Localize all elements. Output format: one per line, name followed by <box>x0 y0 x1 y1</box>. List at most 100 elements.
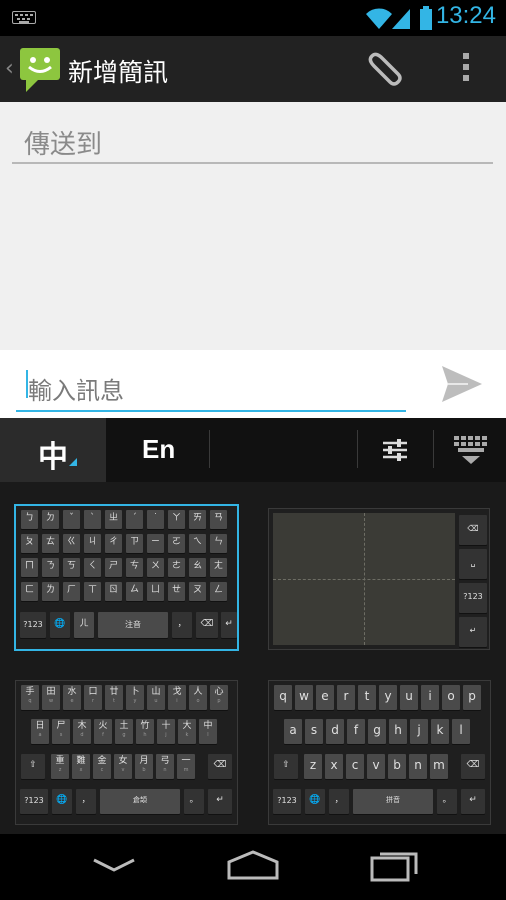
cangjie-key: 人o <box>189 685 207 710</box>
key-label: ， <box>177 619 187 629</box>
globe-key: 🌐 <box>52 789 72 814</box>
key-label: a <box>289 723 297 737</box>
delete-key: ⌫ <box>196 612 218 638</box>
globe-key: 🌐 <box>305 789 325 814</box>
key-label: ㄥ <box>213 585 223 595</box>
key-label: 中 <box>203 721 213 731</box>
handwriting-pad <box>273 513 455 645</box>
cangjie-key: 卜y <box>126 685 144 710</box>
divider <box>357 430 358 468</box>
key-label: e <box>321 689 329 703</box>
pinyin-key: c <box>346 754 364 779</box>
globe-key: 🌐 <box>50 612 70 638</box>
delete-key: ⌫ <box>208 754 232 779</box>
key-sub-label: y <box>133 698 137 704</box>
divider <box>209 430 210 468</box>
key-label: ㄘ <box>129 561 139 571</box>
connectivity-icons <box>366 6 432 30</box>
key-label: ㄞ <box>192 513 202 523</box>
key-label: t <box>364 689 370 703</box>
key-label: 月 <box>139 756 149 766</box>
key-label: u <box>405 689 413 703</box>
zhuyin-key: ㄧ <box>147 534 164 553</box>
up-caret-icon[interactable]: ‹ <box>5 56 14 81</box>
attach-icon[interactable] <box>366 48 408 90</box>
hide-keyboard-icon[interactable] <box>452 434 490 466</box>
key-label: ㄩ <box>150 585 160 595</box>
pinyin-key: s <box>305 719 323 744</box>
key-label: ㄑ <box>87 561 97 571</box>
home-icon[interactable] <box>226 848 280 884</box>
handwriting-keyboard-option[interactable]: ⌫ ␣ ?123 ↵ <box>268 508 490 650</box>
key-label: 心 <box>214 687 224 697</box>
pinyin-key: o <box>442 685 460 710</box>
enter-key: ↵ <box>459 617 487 647</box>
key-label: 手 <box>25 687 35 697</box>
key-label: ㄢ <box>213 513 223 523</box>
zhuyin-key: ㄔ <box>105 534 122 553</box>
cangjie-key: 木d <box>73 719 91 744</box>
key-label: 拼音 <box>386 796 400 804</box>
key-sub-label: k <box>185 732 189 738</box>
cangjie-keyboard-option[interactable]: 手 q 田 w 水 e 口 r 廿 t 卜 y 山 u 戈 i 人 o 心 p 日 a 尸 s 木 d 火 f 土 g 竹 h 十 j 大 k 中 l ⇧ 重… <box>15 680 238 825</box>
recipient-field[interactable]: 傳送到 <box>12 114 493 164</box>
key-label: ㄋ <box>45 561 55 571</box>
zhuyin-key: ㄋ <box>42 558 59 577</box>
comma-key: ， <box>172 612 192 638</box>
key-label: ㄅ <box>24 513 34 523</box>
tab-chinese[interactable]: 中 <box>0 418 106 482</box>
cangjie-key: 土g <box>115 719 133 744</box>
key-label: ㄗ <box>129 537 139 547</box>
key-sub-label: n <box>163 767 167 773</box>
overflow-menu-icon[interactable] <box>458 50 474 86</box>
key-sub-label: v <box>121 767 125 773</box>
send-icon[interactable] <box>438 362 486 406</box>
cangjie-key: 難x <box>72 754 90 779</box>
cangjie-key: 戈i <box>168 685 186 710</box>
screen: 13:24 ‹ 新增簡訊 傳送到 輸入訊息 中 En ㄅ ㄉ ˇ ˋ ㄓ ˊ ˙… <box>0 0 506 900</box>
key-label: ⌫ <box>467 524 479 533</box>
zhuyin-key: ㄨ <box>147 558 164 577</box>
key-label: 尸 <box>56 721 66 731</box>
key-label: 倉頡 <box>133 796 147 804</box>
zhuyin-keyboard-option[interactable]: ㄅ ㄉ ˇ ˋ ㄓ ˊ ˙ ㄚ ㄞ ㄢㄆ ㄊ ㄍ ㄐ ㄔ ㄗ ㄧ ㄛ ㄟ ㄣㄇ ㄋ ㄎ ㄑ ㄕ ㄘ ㄨ ㄜ ㄠ ㄤㄈ ㄌ ㄏ ㄒ ㄖ ㄙ ㄩ ㄝ ㄡ ㄥ… <box>14 504 239 651</box>
settings-sliders-icon[interactable] <box>380 438 410 462</box>
delete-key: ⌫ <box>461 754 485 779</box>
cangjie-key: 女v <box>114 754 132 779</box>
dropdown-corner-icon <box>69 458 77 466</box>
key-label: ㄇ <box>24 561 34 571</box>
comma-key: ， <box>329 789 349 814</box>
message-input[interactable]: 輸入訊息 <box>16 358 406 412</box>
pinyin-key: w <box>295 685 313 710</box>
pinyin-key: y <box>379 685 397 710</box>
tab-english[interactable]: En <box>106 418 210 482</box>
app-logo-icon[interactable] <box>18 46 62 94</box>
key-label: g <box>373 723 381 737</box>
enter-key: ↵ <box>208 789 232 814</box>
keyboard-icon <box>12 11 36 24</box>
key-sub-label: a <box>38 732 42 738</box>
key-label: n <box>414 758 422 772</box>
key-sub-label: o <box>196 698 200 704</box>
key-sub-label: d <box>80 732 84 738</box>
pinyin-key: b <box>388 754 406 779</box>
key-sub-label: u <box>154 698 158 704</box>
key-label: h <box>394 723 402 737</box>
enter-key: ↵ <box>461 789 485 814</box>
zhuyin-key: ㄚ <box>168 510 185 529</box>
key-label: ˋ <box>90 513 95 523</box>
cangjie-key: 火f <box>94 719 112 744</box>
pinyin-key: u <box>400 685 418 710</box>
key-label: 人 <box>193 687 203 697</box>
zhuyin-key: ㄩ <box>147 582 164 601</box>
space-key: ␣ <box>459 549 487 579</box>
key-label: 重 <box>55 756 65 766</box>
signal-icon <box>392 9 410 29</box>
recent-apps-icon[interactable] <box>368 848 422 884</box>
back-icon[interactable] <box>90 848 138 884</box>
cangjie-key: 中l <box>199 719 217 744</box>
key-label: w <box>299 689 309 703</box>
key-label: ， <box>334 795 344 805</box>
pinyin-keyboard-option[interactable]: q w e r t y u i o p a s d f g h j k l ⇧ z x c v b n m ⌫ ?123 🌐 ， 拼音 。 ↵ <box>268 680 491 825</box>
message-bar: 輸入訊息 <box>0 350 506 418</box>
